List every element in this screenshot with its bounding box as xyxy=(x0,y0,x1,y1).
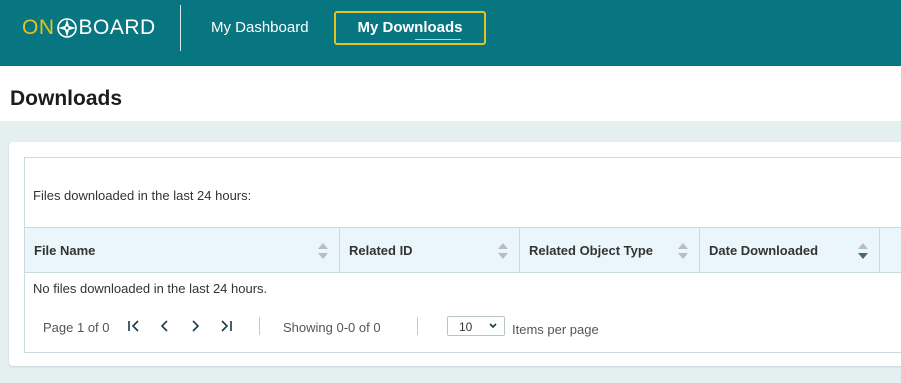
page-title: Downloads xyxy=(10,87,123,110)
nav-my-dashboard[interactable]: My Dashboard xyxy=(211,11,309,45)
page-heading-band xyxy=(0,66,901,121)
showing-range: Showing 0-0 of 0 xyxy=(283,320,381,335)
previous-page-icon[interactable] xyxy=(155,316,175,336)
column-label: Related ID xyxy=(349,243,413,258)
top-navigation-bar: ON BOARD My Dashboard My Downloads xyxy=(0,0,901,66)
page-info: Page 1 of 0 xyxy=(43,320,110,335)
column-header-date-downloaded[interactable]: Date Downloaded xyxy=(700,228,880,272)
grid-caption: Files downloaded in the last 24 hours: xyxy=(33,188,252,203)
grid-pager: Page 1 of 0 Showing 0-0 of 0 10 Items pe… xyxy=(25,310,895,346)
next-page-icon[interactable] xyxy=(185,316,205,336)
pager-separator xyxy=(259,317,260,335)
chevron-down-icon xyxy=(487,320,499,332)
column-label: Date Downloaded xyxy=(709,243,819,258)
nav-my-downloads-label: My Downloads xyxy=(357,19,463,36)
sort-both-icon[interactable] xyxy=(317,242,329,260)
column-header-related-object-type[interactable]: Related Object Type xyxy=(520,228,700,272)
active-underline xyxy=(415,39,461,40)
sort-both-icon[interactable] xyxy=(497,242,509,260)
grid-header-row: File Name Related ID Related Object Type… xyxy=(25,227,901,273)
first-page-icon[interactable] xyxy=(124,316,144,336)
page-size-select[interactable]: 10 xyxy=(447,316,505,336)
column-header-spacer xyxy=(880,228,901,272)
last-page-icon[interactable] xyxy=(216,316,236,336)
nav-divider xyxy=(180,5,181,51)
page-size-value: 10 xyxy=(459,320,473,334)
column-label: Related Object Type xyxy=(529,243,654,258)
compass-icon xyxy=(56,17,78,39)
nav-my-downloads[interactable]: My Downloads xyxy=(334,11,486,45)
pager-separator xyxy=(417,317,418,335)
empty-grid-message: No files downloaded in the last 24 hours… xyxy=(33,281,268,296)
onboard-logo[interactable]: ON BOARD xyxy=(22,16,156,40)
column-label: File Name xyxy=(34,243,96,258)
sort-both-icon[interactable] xyxy=(677,242,689,260)
logo-text-on: ON xyxy=(22,16,55,39)
sort-descending-icon[interactable] xyxy=(857,242,869,260)
column-header-related-id[interactable]: Related ID xyxy=(340,228,520,272)
items-per-page-label: Items per page xyxy=(512,322,599,337)
column-header-file-name[interactable]: File Name xyxy=(25,228,340,272)
logo-text-rest: BOARD xyxy=(78,16,156,39)
